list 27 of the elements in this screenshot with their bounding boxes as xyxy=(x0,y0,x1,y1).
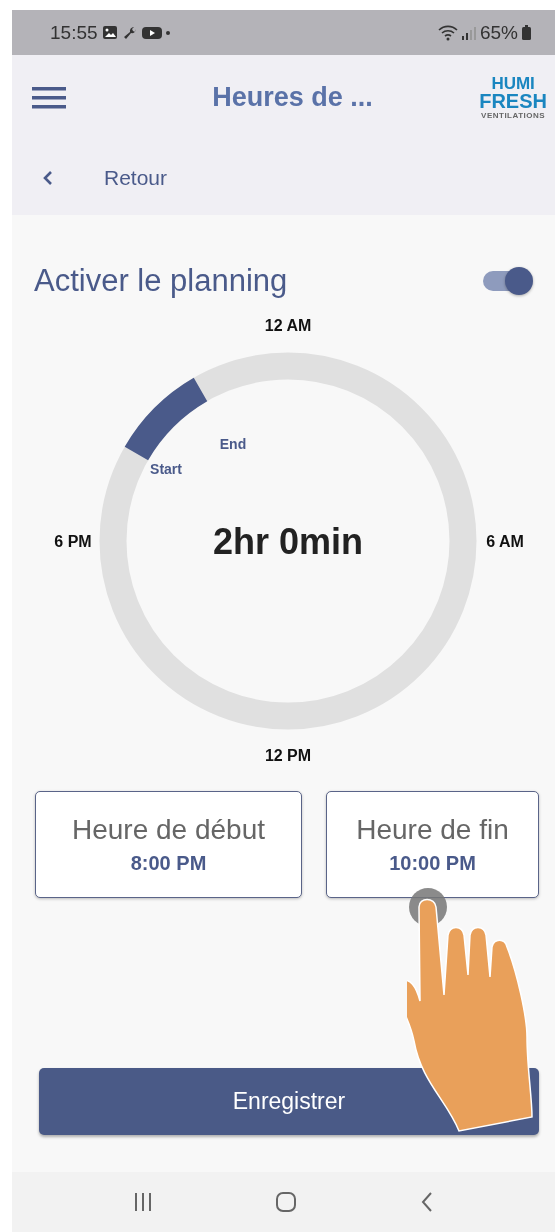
schedule-arc[interactable] xyxy=(125,378,208,461)
wifi-icon xyxy=(437,24,458,41)
time-picker-button[interactable]: Heure de fin 10:00 PM xyxy=(326,791,539,898)
menu-icon[interactable] xyxy=(32,85,66,110)
time-picker-button[interactable]: Heure de début 8:00 PM xyxy=(35,791,302,898)
dial-hour-label: 6 AM xyxy=(486,533,524,550)
brand-logo: HUMI FRESH VENTILATIONS xyxy=(479,76,547,119)
schedule-title: Activer le planning xyxy=(34,263,288,299)
dot-icon xyxy=(165,30,170,35)
end-label: End xyxy=(219,436,247,452)
dial-hour-label: 12 PM xyxy=(264,747,312,764)
start-label: Start xyxy=(150,461,182,477)
signal-icon xyxy=(461,25,476,40)
page-title: Heures de ... xyxy=(212,82,373,113)
gallery-icon xyxy=(101,25,118,40)
dial-hour-label: 6 PM xyxy=(54,533,92,550)
home-icon[interactable] xyxy=(274,1191,297,1213)
dial-hour-label: 12 AM xyxy=(264,317,312,334)
back-chevron-icon[interactable] xyxy=(42,168,54,187)
recent-apps-icon[interactable] xyxy=(133,1192,152,1212)
battery-percent: 65% xyxy=(479,21,518,44)
battery-icon xyxy=(522,25,531,40)
back-link[interactable]: Retour xyxy=(104,165,168,190)
duration-text: 2hr 0min xyxy=(213,521,363,562)
status-time: 15:55 xyxy=(50,21,98,44)
video-icon xyxy=(141,25,162,40)
back-icon[interactable] xyxy=(419,1191,434,1213)
